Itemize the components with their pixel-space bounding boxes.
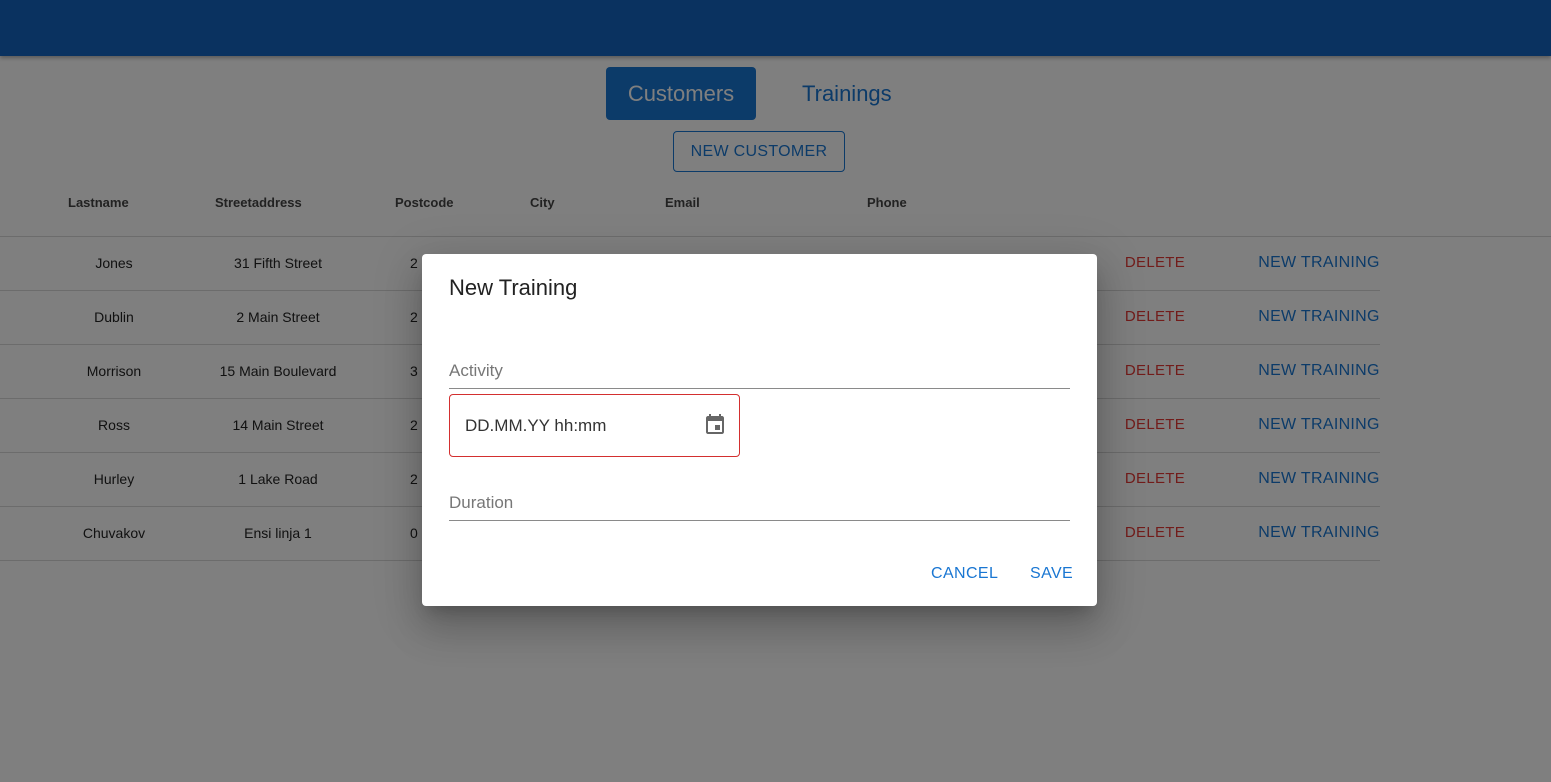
save-button[interactable]: SAVE (1030, 565, 1073, 583)
calendar-icon[interactable] (703, 413, 727, 437)
cancel-button[interactable]: CANCEL (931, 565, 998, 583)
new-training-dialog: New Training Activity DD.MM.YY hh:mm Dur… (422, 254, 1097, 606)
duration-label: Duration (449, 493, 514, 512)
date-time-placeholder: DD.MM.YY hh:mm (465, 416, 607, 435)
activity-label: Activity (449, 361, 503, 380)
page: Customers Trainings NEW CUSTOMER Lastnam… (0, 0, 1551, 782)
duration-field[interactable]: Duration (449, 480, 1070, 521)
activity-field[interactable]: Activity (449, 348, 1070, 389)
dialog-title: New Training (449, 275, 578, 300)
date-time-field[interactable]: DD.MM.YY hh:mm (449, 394, 740, 457)
